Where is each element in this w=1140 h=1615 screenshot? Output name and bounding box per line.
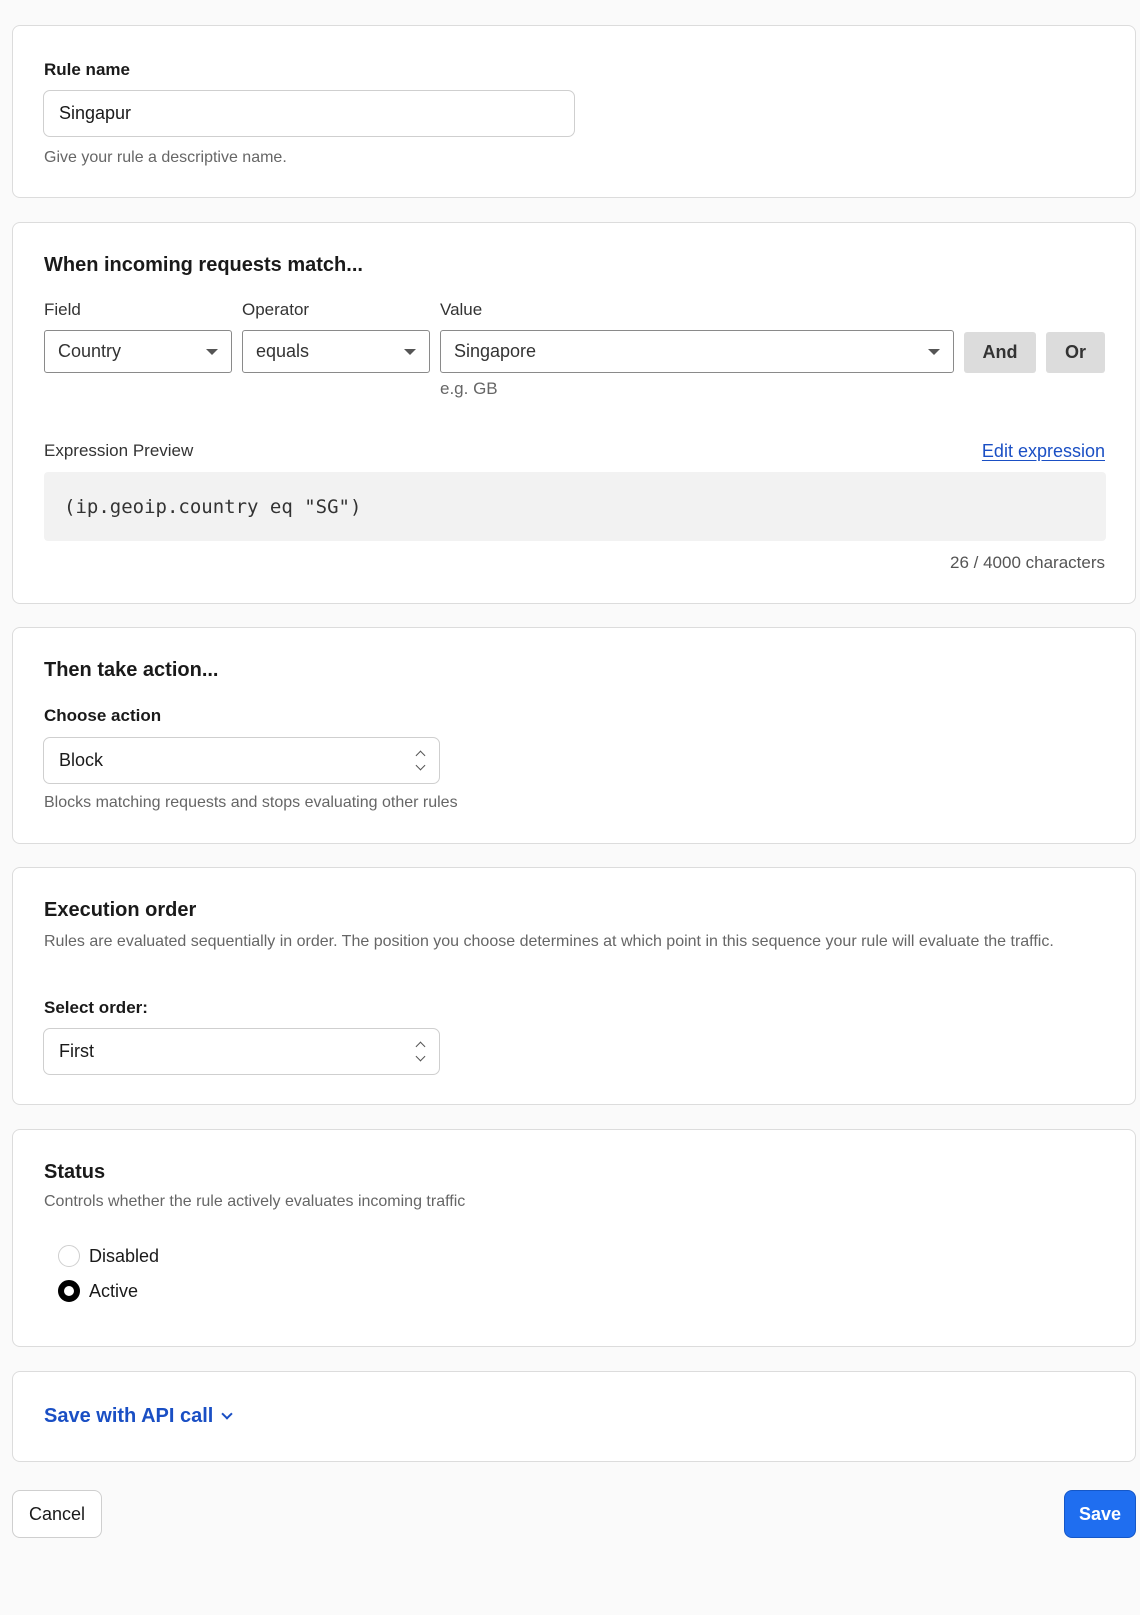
field-label: Field — [44, 300, 81, 319]
status-option-disabled[interactable]: Disabled — [58, 1245, 159, 1267]
operator-select-value: equals — [256, 341, 310, 361]
edit-expression-link[interactable]: Edit expression — [982, 441, 1105, 462]
rule-name-input[interactable] — [43, 90, 575, 137]
chevron-down-icon — [928, 348, 940, 355]
and-button[interactable]: And — [964, 332, 1036, 373]
radio-unchecked[interactable] — [58, 1245, 80, 1267]
field-select[interactable]: Country — [44, 330, 232, 373]
select-order-label: Select order: — [44, 998, 148, 1017]
action-card: Then take action... Choose action Block … — [12, 627, 1136, 844]
select-updown-icon — [415, 1040, 426, 1063]
field-select-value: Country — [58, 341, 122, 361]
execution-order-card: Execution order Rules are evaluated sequ… — [12, 867, 1136, 1105]
rule-name-help: Give your rule a descriptive name. — [44, 149, 287, 166]
cancel-button[interactable]: Cancel — [12, 1490, 102, 1538]
chevron-down-icon — [221, 1408, 233, 1420]
order-select-value: First — [59, 1041, 94, 1061]
save-with-api-call-label: Save with API call — [44, 1405, 214, 1427]
status-option-label: Active — [89, 1280, 139, 1301]
expression-preview: (ip.geoip.country eq "SG") — [44, 472, 1106, 541]
status-card: Status Controls whether the rule activel… — [12, 1129, 1136, 1347]
order-select[interactable]: First — [43, 1028, 440, 1075]
character-count: 26 / 4000 characters — [950, 553, 1105, 572]
or-button[interactable]: Or — [1046, 332, 1105, 373]
api-card: Save with API call — [12, 1371, 1136, 1462]
expression-preview-label: Expression Preview — [44, 441, 194, 460]
action-select[interactable]: Block — [43, 737, 440, 784]
value-label: Value — [440, 300, 483, 319]
save-button[interactable]: Save — [1064, 1490, 1136, 1538]
chevron-down-icon — [404, 348, 416, 355]
value-hint: e.g. GB — [440, 379, 498, 398]
operator-label: Operator — [242, 300, 310, 319]
status-option-active[interactable]: Active — [58, 1280, 138, 1302]
match-card: When incoming requests match... Field Op… — [12, 222, 1136, 604]
execution-order-heading: Execution order — [44, 899, 197, 921]
match-heading: When incoming requests match... — [44, 254, 363, 276]
execution-order-description: Rules are evaluated sequentially in orde… — [44, 933, 1054, 950]
status-option-label: Disabled — [89, 1245, 160, 1266]
value-select-value: Singapore — [454, 341, 537, 361]
value-select[interactable]: Singapore — [440, 330, 954, 373]
rule-name-card: Rule name Give your rule a descriptive n… — [12, 25, 1136, 198]
action-heading: Then take action... — [44, 659, 219, 681]
rule-name-label: Rule name — [44, 60, 130, 79]
chevron-down-icon — [206, 348, 218, 355]
operator-select[interactable]: equals — [242, 330, 430, 373]
status-heading: Status — [44, 1161, 106, 1183]
action-select-value: Block — [59, 750, 104, 770]
radio-checked[interactable] — [58, 1280, 80, 1302]
select-updown-icon — [415, 749, 426, 772]
action-help: Blocks matching requests and stops evalu… — [44, 794, 458, 811]
save-with-api-call-toggle[interactable]: Save with API call — [44, 1405, 233, 1428]
choose-action-label: Choose action — [44, 706, 162, 725]
status-description: Controls whether the rule actively evalu… — [44, 1193, 466, 1210]
